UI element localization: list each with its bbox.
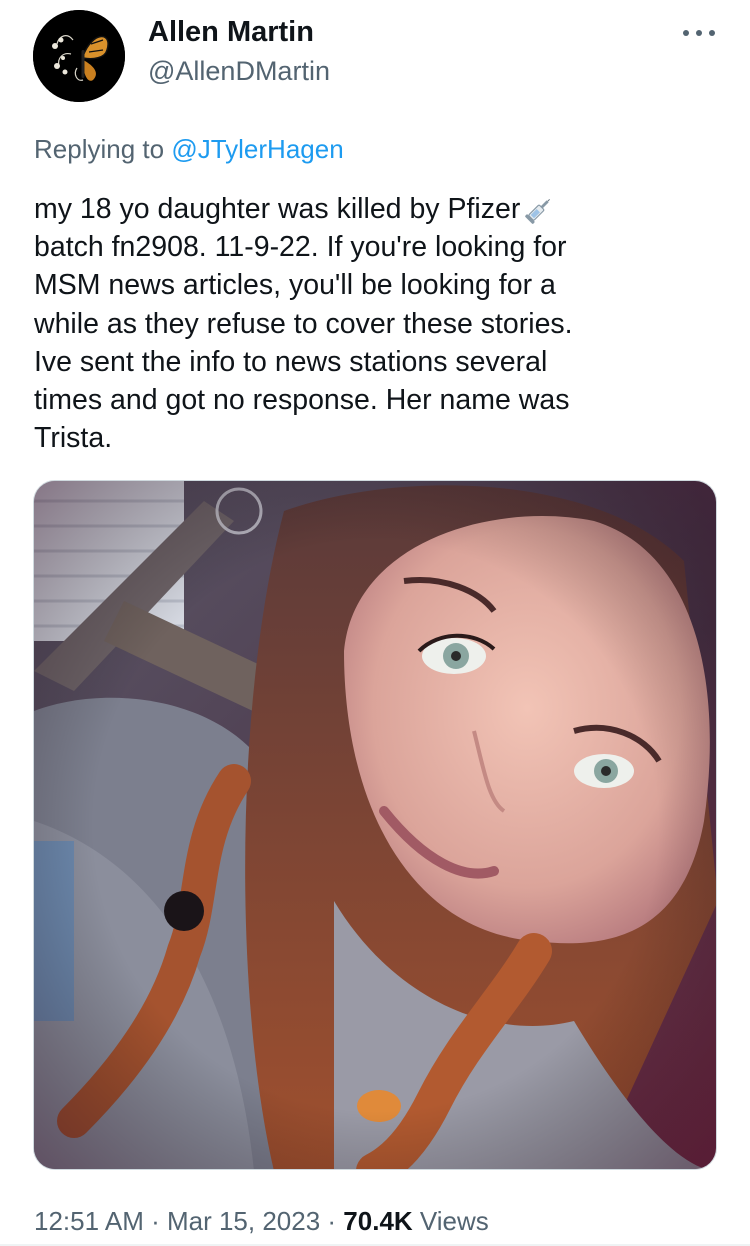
selfie-photo xyxy=(34,481,716,1169)
syringe-icon xyxy=(525,199,551,225)
user-handle[interactable]: @AllenDMartin xyxy=(148,56,330,87)
tweet-text-line: Trista. xyxy=(34,422,113,455)
tweet-meta: 12:51 AM · Mar 15, 2023 · 70.4K Views xyxy=(34,1206,489,1237)
avatar[interactable] xyxy=(33,10,125,102)
views-label: Views xyxy=(412,1206,489,1236)
display-name[interactable]: Allen Martin xyxy=(148,16,314,49)
replying-to-label: Replying to xyxy=(34,134,165,164)
more-options-icon[interactable] xyxy=(680,20,720,44)
tweet-time[interactable]: 12:51 AM xyxy=(34,1206,144,1236)
replying-to: Replying to @JTylerHagen xyxy=(34,134,344,165)
tweet-text-line: times and got no response. Her name was xyxy=(34,384,570,417)
avatar-butterfly-image xyxy=(33,10,125,102)
tweet-text-line: batch fn2908. 11-9-22. If you're looking… xyxy=(34,231,567,264)
tweet-text: my 18 yo daughter was killed by Pfizer b… xyxy=(34,190,724,457)
meta-separator: · xyxy=(320,1206,344,1236)
tweet-date[interactable]: Mar 15, 2023 xyxy=(167,1206,320,1236)
tweet-text-line: Ive sent the info to news stations sever… xyxy=(34,345,548,378)
tweet-text-line: MSM news articles, you'll be looking for… xyxy=(34,269,556,302)
reply-mention-link[interactable]: @JTylerHagen xyxy=(171,134,343,164)
meta-separator: · xyxy=(143,1206,167,1236)
views-count[interactable]: 70.4K xyxy=(343,1206,412,1236)
tweet-photo[interactable] xyxy=(33,480,717,1170)
tweet-header: Allen Martin @AllenDMartin xyxy=(0,0,750,120)
tweet-text-line: while as they refuse to cover these stor… xyxy=(34,307,573,340)
tweet-text-line: my 18 yo daughter was killed by Pfizer xyxy=(34,190,724,228)
